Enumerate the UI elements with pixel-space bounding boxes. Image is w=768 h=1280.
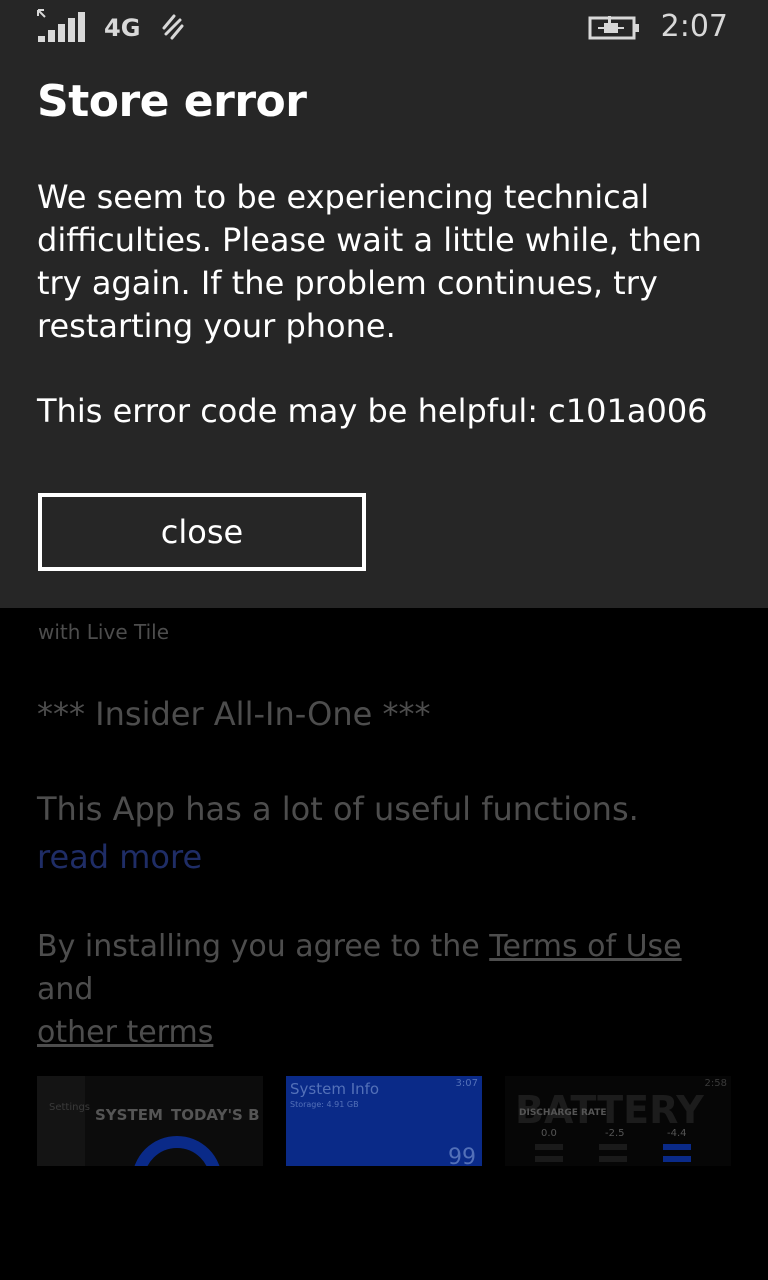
app-tagline: *** Insider All-In-One ***: [37, 695, 431, 733]
screenshot-value-1: 0.0: [541, 1128, 557, 1139]
close-button[interactable]: close: [38, 493, 366, 571]
battery-charging-icon: [588, 16, 639, 40]
screenshot-side-label: Settings: [49, 1102, 91, 1113]
screenshot-thumbnail[interactable]: System Info Storage: 4.91 GB 3:07 99: [286, 1076, 482, 1166]
screenshot-value-3: -4.4: [667, 1128, 687, 1139]
screenshot-gauge: [132, 1136, 222, 1166]
app-description: This App has a lot of useful functions.: [37, 790, 639, 828]
terms-middle: and: [37, 972, 94, 1007]
screenshot-sidebar: Settings: [37, 1076, 90, 1166]
screenshot-subtitle: Storage: 4.91 GB: [290, 1100, 359, 1109]
screenshot-bar: [599, 1144, 627, 1150]
clock: 2:07: [660, 9, 728, 44]
screenshot-bar: [535, 1156, 563, 1162]
screenshot-bar: [663, 1144, 691, 1150]
screenshot-label: DISCHARGE RATE: [519, 1108, 607, 1118]
signal-icon: [37, 9, 85, 42]
screenshot-bar: [663, 1156, 691, 1162]
screenshot-thumbnail[interactable]: BATTERY DISCHARGE RATE 2:58 0.0 -2.5 -4.…: [505, 1076, 731, 1166]
live-tile-caption: with Live Tile: [38, 620, 170, 644]
dialog-message: We seem to be experiencing technical dif…: [37, 178, 702, 345]
other-terms-link[interactable]: other terms: [37, 1015, 213, 1050]
status-bar: 4G 2:07: [0, 0, 768, 56]
dialog-title: Store error: [37, 76, 307, 127]
screenshot-title: System Info: [290, 1080, 380, 1098]
screenshot-heading-a: SYSTEM: [95, 1106, 163, 1124]
store-error-dialog: Store error We seem to be experiencing t…: [0, 56, 768, 608]
screenshot-heading-b: TODAY'S B: [171, 1106, 260, 1124]
network-type: 4G: [104, 14, 141, 42]
screenshot-bar: [599, 1156, 627, 1162]
read-more-link[interactable]: read more: [37, 838, 202, 876]
screenshot-bar: [535, 1144, 563, 1150]
error-code-text: This error code may be helpful: c101a006: [37, 392, 708, 430]
screenshot-value: 99: [448, 1145, 476, 1166]
screenshot-thumbnail[interactable]: Settings SYSTEM TODAY'S B: [37, 1076, 263, 1166]
sync-icon: [162, 14, 184, 40]
terms-of-use-link[interactable]: Terms of Use: [489, 929, 681, 964]
screenshot-time: 2:58: [704, 1078, 727, 1089]
screenshot-strip[interactable]: Settings SYSTEM TODAY'S B System Info St…: [37, 1076, 731, 1166]
screenshot-time: 3:07: [455, 1078, 478, 1089]
terms-notice: By installing you agree to the Terms of …: [37, 925, 737, 1054]
screenshot-value-2: -2.5: [605, 1128, 625, 1139]
terms-prefix: By installing you agree to the: [37, 929, 490, 964]
